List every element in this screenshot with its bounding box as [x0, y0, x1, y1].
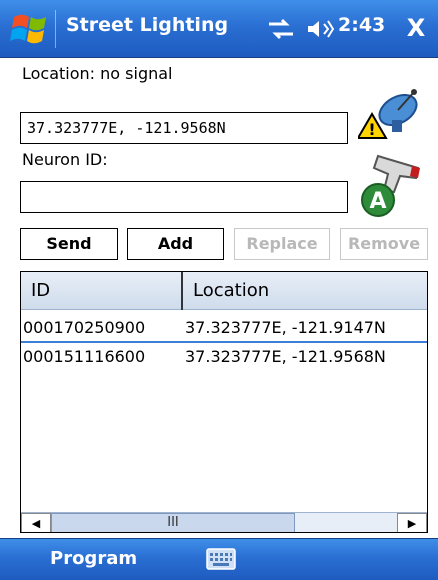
- clock: 2:43: [338, 14, 386, 36]
- remove-button[interactable]: Remove: [340, 228, 428, 260]
- menu-bar: Program: [0, 538, 438, 580]
- keyboard-icon[interactable]: [206, 548, 236, 570]
- svg-text:A: A: [369, 189, 386, 214]
- neuron-id-field[interactable]: [20, 181, 348, 213]
- replace-button[interactable]: Replace: [234, 228, 330, 260]
- windows-start-icon[interactable]: [10, 9, 50, 49]
- location-status: no signal: [100, 64, 173, 83]
- title-bar: Street Lighting 2:43 X: [0, 0, 438, 58]
- satellite-warning-icon: !: [358, 89, 418, 139]
- svg-text:!: !: [368, 120, 375, 139]
- program-softkey[interactable]: Program: [50, 548, 137, 569]
- row-location: 37.323777E, -121.9147N: [185, 318, 386, 337]
- coordinates-field[interactable]: 37.323777E, -121.9568N: [20, 112, 348, 144]
- row-location: 37.323777E, -121.9568N: [185, 347, 386, 366]
- row-id: 000151116600: [23, 347, 146, 366]
- column-header-location[interactable]: Location: [181, 272, 427, 310]
- horizontal-scrollbar[interactable]: ◀ III ▶: [21, 512, 427, 532]
- scroll-left-arrow[interactable]: ◀: [21, 513, 51, 532]
- barcode-scanner-icon[interactable]: A: [358, 148, 428, 220]
- add-button[interactable]: Add: [127, 228, 224, 260]
- row-id: 000170250900: [23, 318, 146, 337]
- location-label: Location: no signal: [22, 64, 173, 83]
- neuron-list[interactable]: ID Location 000170250900 37.323777E, -12…: [20, 271, 428, 533]
- app-title: Street Lighting: [66, 14, 229, 36]
- location-label-text: Location:: [22, 64, 96, 83]
- list-header: ID Location: [21, 272, 427, 310]
- title-separator: [55, 10, 56, 48]
- column-header-id[interactable]: ID: [21, 272, 181, 310]
- scroll-thumb[interactable]: III: [51, 513, 295, 532]
- send-button[interactable]: Send: [20, 228, 118, 260]
- connectivity-icon[interactable]: [266, 17, 296, 41]
- close-button[interactable]: X: [398, 10, 434, 46]
- list-row[interactable]: 000151116600 37.323777E, -121.9568N: [21, 345, 427, 369]
- selection-underline: [21, 341, 427, 343]
- neuron-id-label: Neuron ID:: [22, 150, 108, 169]
- list-row[interactable]: 000170250900 37.323777E, -121.9147N: [21, 316, 427, 340]
- volume-icon[interactable]: [306, 17, 334, 41]
- scroll-right-arrow[interactable]: ▶: [397, 513, 427, 532]
- row-selection-line: [21, 341, 427, 343]
